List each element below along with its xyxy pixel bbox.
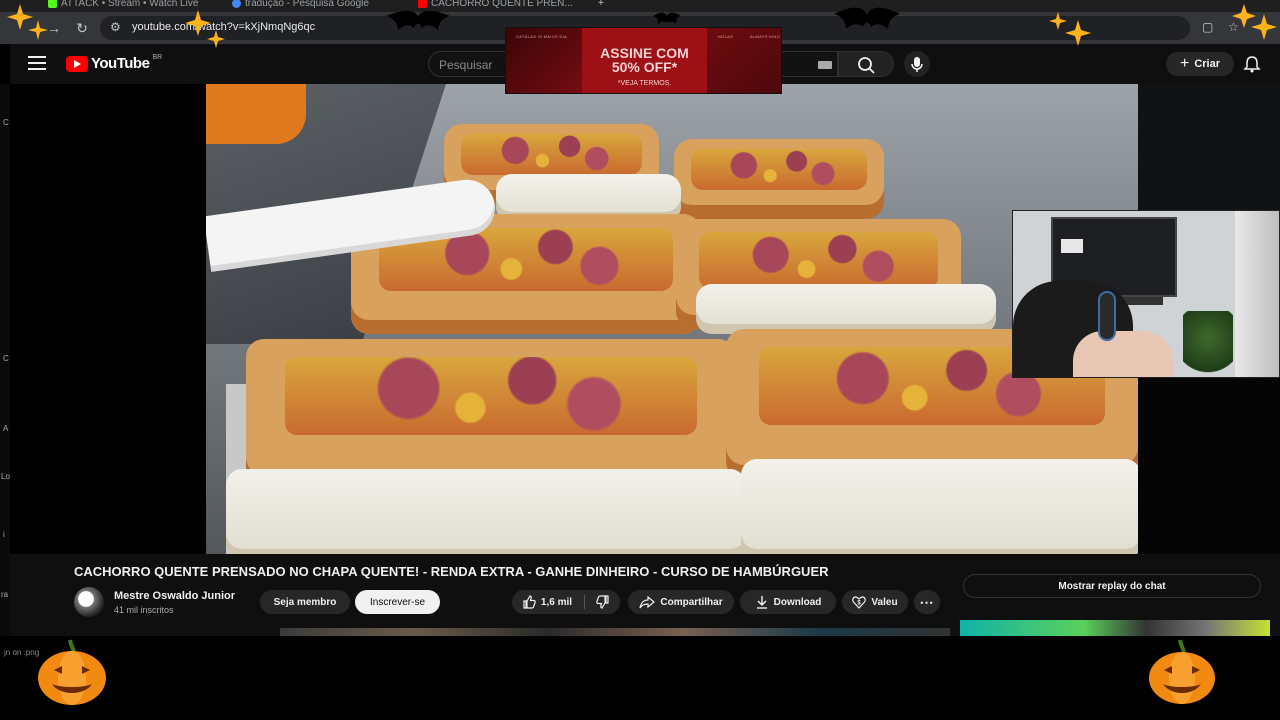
join-label: Seja membro xyxy=(273,596,337,608)
menu-icon[interactable] xyxy=(28,56,46,70)
webcam-person xyxy=(1073,331,1173,377)
recommendation-thumbnails[interactable] xyxy=(280,628,950,636)
dislike-button[interactable] xyxy=(586,590,620,614)
bread-half xyxy=(226,469,746,554)
download-icon xyxy=(756,596,767,609)
create-label: Criar xyxy=(1194,58,1221,70)
webcam-door xyxy=(1235,211,1279,377)
bat-icon xyxy=(386,10,450,31)
plus-icon: + xyxy=(1179,55,1190,72)
webcam-plant xyxy=(1183,311,1233,377)
super-thanks-icon: $ xyxy=(852,596,867,609)
recommendation-thumbnails[interactable] xyxy=(960,620,1270,636)
sparkle-icon xyxy=(1232,4,1277,40)
logo-text: YouTube xyxy=(91,55,150,72)
download-label: Download xyxy=(773,596,822,608)
bread-half xyxy=(741,459,1138,554)
video-detail xyxy=(206,84,306,144)
subscribe-button[interactable]: Inscrever-se xyxy=(355,590,440,614)
bat-icon xyxy=(653,12,681,24)
download-button[interactable]: Download xyxy=(740,590,836,614)
sparkle-icon xyxy=(7,4,48,40)
promo-small-text: ALWAYS KING xyxy=(750,34,781,39)
search-icon xyxy=(858,57,875,74)
pumpkin-icon xyxy=(1149,639,1215,704)
chat-replay-button[interactable]: Mostrar replay do chat xyxy=(963,574,1261,598)
hotdog-bun xyxy=(674,139,884,219)
browser-tab[interactable]: tradução - Pesquisa Google xyxy=(232,0,369,10)
new-tab-button[interactable]: + xyxy=(598,0,604,10)
cast-icon[interactable]: ▢ xyxy=(1202,20,1213,34)
share-label: Compartilhar xyxy=(660,596,723,608)
more-actions-button[interactable]: ⋯ xyxy=(914,590,940,614)
promo-small-text: NOLAG xyxy=(718,34,734,39)
site-info-icon[interactable]: ⚙ xyxy=(110,20,121,34)
voice-search-button[interactable] xyxy=(904,51,930,77)
youtube-play-icon xyxy=(66,55,88,72)
video-player[interactable] xyxy=(206,84,1138,554)
channel-name[interactable]: Mestre Oswaldo Junior xyxy=(114,590,235,602)
bell-icon xyxy=(1243,56,1261,73)
subscribe-label: Inscrever-se xyxy=(369,596,425,608)
bat-icon xyxy=(834,7,900,29)
thumbs-up-icon xyxy=(523,595,536,609)
like-dislike-group: 1,6 mil xyxy=(512,590,620,614)
video-title: CACHORRO QUENTE PRENSADO NO CHAPA QUENTE… xyxy=(74,564,829,579)
thanks-button[interactable]: $ Valeu xyxy=(842,590,908,614)
promo-small-text: CATÁLAG IS MAIOS DIA xyxy=(516,34,568,39)
more-icon: ⋯ xyxy=(919,593,935,610)
stream-background xyxy=(1138,378,1280,554)
overlay-caption: jn on .png xyxy=(4,648,40,657)
sidebar-fragment: A xyxy=(3,424,9,433)
search-button[interactable] xyxy=(838,51,894,77)
notifications-button[interactable] xyxy=(1242,54,1262,74)
like-button[interactable]: 1,6 mil xyxy=(512,590,582,614)
sidebar-fragment: C xyxy=(3,118,9,127)
chat-replay-label: Mostrar replay do chat xyxy=(1058,580,1166,592)
promo-discount: 50% OFF* xyxy=(611,59,678,75)
share-button[interactable]: Compartilhar xyxy=(628,590,734,614)
reload-icon[interactable]: ↻ xyxy=(72,18,92,38)
microphone-icon xyxy=(911,57,923,72)
sparkle-icon xyxy=(185,10,225,48)
join-button[interactable]: Seja membro xyxy=(260,590,350,614)
sidebar-fragment: Lo xyxy=(1,472,10,481)
collapsed-sidebar: C C A Lo i ra xyxy=(0,84,10,636)
promo-center: ASSINE COM 50% OFF* *VEJA TERMOS. xyxy=(582,28,707,93)
webcam-overlay xyxy=(1012,210,1280,378)
thumbs-down-icon xyxy=(596,595,609,609)
sparkle-icon xyxy=(1049,12,1091,46)
subscriber-count: 41 mil inscritos xyxy=(114,605,174,615)
stream-background xyxy=(1138,84,1280,210)
browser-tab[interactable]: ATTACK • Stream • Watch Live xyxy=(48,0,198,10)
channel-avatar[interactable] xyxy=(74,587,104,617)
stream-background xyxy=(10,84,206,554)
sidebar-fragment: i xyxy=(3,530,5,539)
bread-half xyxy=(696,284,996,334)
create-button[interactable]: + Criar xyxy=(1166,52,1234,76)
pumpkin-icon xyxy=(38,639,106,705)
youtube-logo[interactable]: YouTube BR xyxy=(66,54,163,72)
tab-label: CACHORRO QUENTE PREN... xyxy=(431,0,573,9)
sidebar-fragment: C xyxy=(3,354,9,363)
like-count: 1,6 mil xyxy=(540,596,573,608)
promo-terms: *VEJA TERMOS. xyxy=(617,80,672,87)
promo-banner[interactable]: CATÁLAG IS MAIOS DIA NOLAG ALWAYS KING A… xyxy=(505,27,782,94)
hotdog-bun xyxy=(246,339,736,489)
thanks-label: Valeu xyxy=(871,596,898,608)
share-icon xyxy=(639,595,656,609)
keyboard-icon[interactable] xyxy=(818,61,832,69)
country-code: BR xyxy=(152,54,163,61)
google-favicon-icon xyxy=(232,0,241,8)
tab-label: tradução - Pesquisa Google xyxy=(245,0,369,9)
video-info-panel: CACHORRO QUENTE PRENSADO NO CHAPA QUENTE… xyxy=(10,554,1280,636)
sidebar-fragment: ra xyxy=(1,590,9,599)
tab-label: ATTACK • Stream • Watch Live xyxy=(61,0,199,9)
webcam-headset xyxy=(1098,291,1116,341)
webcam-tv-detail xyxy=(1061,239,1083,253)
